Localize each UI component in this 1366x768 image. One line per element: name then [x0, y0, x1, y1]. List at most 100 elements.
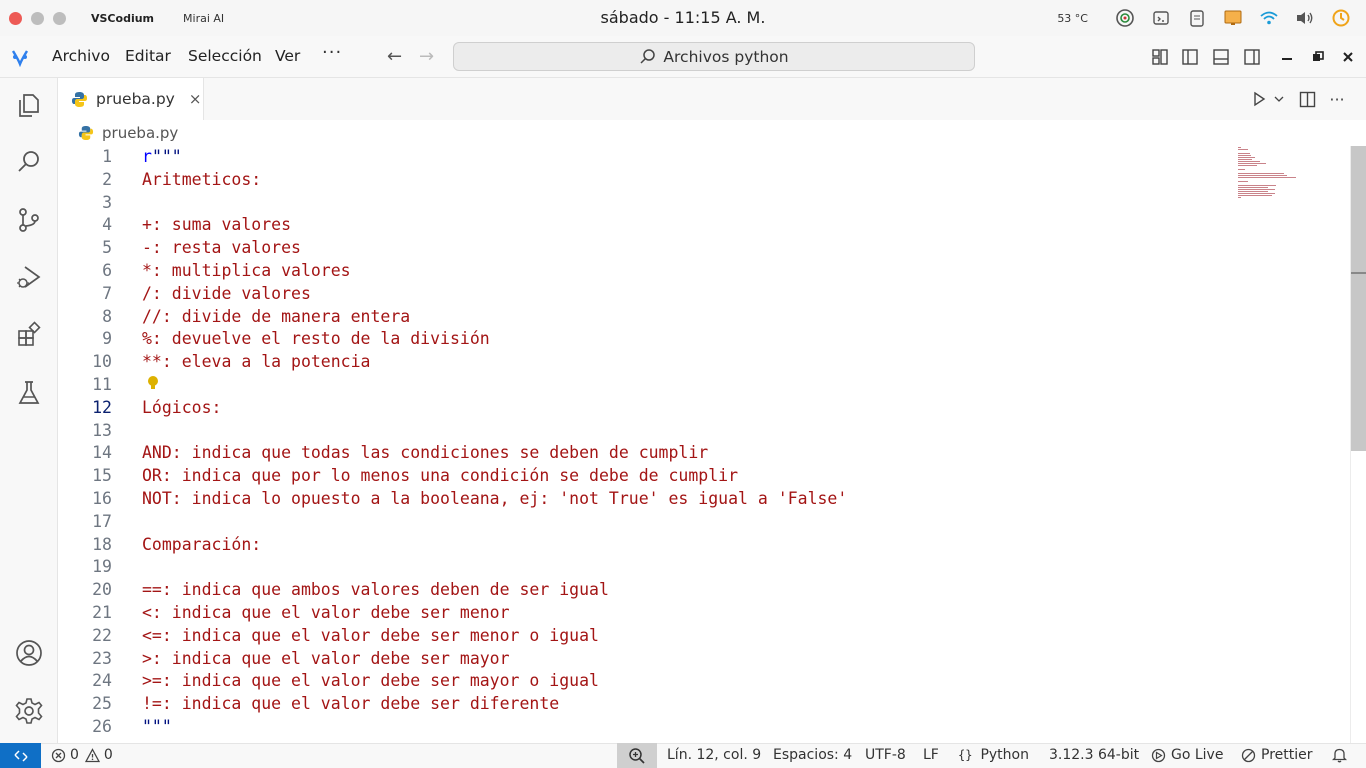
testing-flask-icon[interactable] — [12, 376, 46, 410]
temperature-readout[interactable]: 53 °C — [1057, 12, 1088, 25]
code-line[interactable]: 23 >: indica que el valor debe ser mayor — [58, 648, 1350, 671]
close-icon[interactable] — [1338, 47, 1358, 67]
encoding-setting[interactable]: UTF-8 — [865, 747, 906, 763]
code-line[interactable]: 1 r""" — [58, 146, 1350, 169]
python-interpreter[interactable]: 3.12.3 64-bit — [1049, 747, 1139, 763]
notifications-bell-icon[interactable] — [1332, 747, 1347, 763]
menu-more-button[interactable]: ··· — [322, 42, 342, 63]
code-line[interactable]: 9 %: devuelve el resto de la división — [58, 328, 1350, 351]
code-line[interactable]: 8 //: divide de manera entera — [58, 306, 1350, 329]
ai-assistant-icon[interactable] — [1150, 7, 1172, 29]
code-text[interactable]: /: divide valores — [142, 283, 311, 306]
os-app-name[interactable]: VSCodium — [91, 12, 154, 25]
code-line[interactable]: 19 — [58, 556, 1350, 579]
tab-close-icon[interactable]: × — [189, 90, 202, 108]
code-line[interactable]: 5 -: resta valores — [58, 237, 1350, 260]
close-window-button[interactable] — [9, 11, 22, 25]
code-text[interactable]: >=: indica que el valor debe ser mayor o… — [142, 670, 599, 693]
wifi-icon[interactable] — [1258, 7, 1280, 29]
language-mode[interactable]: {} Python — [958, 747, 1029, 763]
menu-editar[interactable]: Editar — [125, 47, 171, 65]
code-text[interactable]: *: multiplica valores — [142, 260, 351, 283]
os-window-title[interactable]: Mirai AI — [183, 12, 224, 25]
code-line[interactable]: 16 NOT: indica lo opuesto a la booleana, … — [58, 488, 1350, 511]
volume-icon[interactable] — [1294, 7, 1316, 29]
toggle-secondary-sidebar-icon[interactable] — [1242, 47, 1262, 67]
code-line[interactable]: 21 <: indica que el valor debe ser menor — [58, 602, 1350, 625]
restore-icon[interactable] — [1308, 47, 1328, 67]
code-text[interactable]: <=: indica que el valor debe ser menor o… — [142, 625, 599, 648]
code-line[interactable]: 17 — [58, 511, 1350, 534]
code-text[interactable]: """ — [142, 716, 172, 739]
code-line[interactable]: 3 — [58, 192, 1350, 215]
more-actions-icon[interactable]: ··· — [1326, 88, 1348, 110]
run-python-file-icon[interactable] — [1248, 88, 1270, 110]
search-icon[interactable] — [12, 145, 46, 179]
code-text[interactable]: !=: indica que el valor debe ser diferen… — [142, 693, 559, 716]
breadcrumb-file[interactable]: prueba.py — [102, 124, 178, 142]
clipboard-icon[interactable] — [1186, 7, 1208, 29]
code-line[interactable]: 15 OR: indica que por lo menos una condic… — [58, 465, 1350, 488]
code-text[interactable]: Lógicos: — [142, 397, 221, 420]
eol-setting[interactable]: LF — [923, 747, 939, 763]
cursor-position[interactable]: Lín. 12, col. 9 — [667, 747, 761, 763]
code-text[interactable]: r""" — [142, 146, 182, 169]
menu-ver[interactable]: Ver — [275, 47, 300, 65]
code-line[interactable]: 18 Comparación: — [58, 534, 1350, 557]
code-text[interactable]: Aritmeticos: — [142, 169, 261, 192]
screen-display-icon[interactable] — [1222, 7, 1244, 29]
remote-indicator-icon[interactable] — [0, 743, 41, 768]
forward-arrow-icon[interactable]: → — [419, 46, 434, 67]
maximize-window-button[interactable] — [53, 11, 66, 25]
toggle-primary-sidebar-icon[interactable] — [1180, 47, 1200, 67]
problems-indicator[interactable]: 0 0 — [51, 747, 113, 763]
explorer-icon[interactable] — [12, 88, 46, 122]
back-arrow-icon[interactable]: ← — [387, 46, 402, 67]
system-monitor-icon[interactable] — [1114, 7, 1136, 29]
code-text[interactable]: %: devuelve el resto de la división — [142, 328, 490, 351]
code-line[interactable]: 20 ==: indica que ambos valores deben de … — [58, 579, 1350, 602]
indentation-setting[interactable]: Espacios: 4 — [773, 747, 852, 763]
code-line[interactable]: 11 — [58, 374, 1350, 397]
code-text[interactable]: AND: indica que todas las condiciones se… — [142, 442, 708, 465]
minimize-icon[interactable] — [1277, 47, 1297, 67]
accounts-icon[interactable] — [12, 636, 46, 670]
split-editor-icon[interactable] — [1296, 88, 1318, 110]
minimap[interactable] — [1236, 146, 1316, 206]
customize-layout-icon[interactable] — [1150, 47, 1170, 67]
code-text[interactable]: OR: indica que por lo menos una condició… — [142, 465, 738, 488]
extensions-icon[interactable] — [12, 318, 46, 352]
code-line[interactable]: 7 /: divide valores — [58, 283, 1350, 306]
code-line[interactable]: 4 +: suma valores — [58, 214, 1350, 237]
code-line[interactable]: 22 <=: indica que el valor debe ser menor… — [58, 625, 1350, 648]
minimize-window-button[interactable] — [31, 11, 44, 25]
code-line[interactable]: 26 """ — [58, 716, 1350, 739]
code-line[interactable]: 25 !=: indica que el valor debe ser difer… — [58, 693, 1350, 716]
code-text[interactable]: **: eleva a la potencia — [142, 351, 370, 374]
code-text[interactable]: <: indica que el valor debe ser menor — [142, 602, 510, 625]
command-center-search[interactable]: Archivos python — [453, 42, 975, 71]
code-text[interactable]: //: divide de manera entera — [142, 306, 410, 329]
menu-seleccion[interactable]: Selección — [188, 47, 262, 65]
prettier-button[interactable]: Prettier — [1241, 747, 1313, 763]
code-text[interactable]: Comparación: — [142, 534, 261, 557]
code-editor[interactable]: 1 r""" 2 Aritmeticos: 3 4 +: suma valores 5 -: r… — [58, 146, 1350, 743]
menu-archivo[interactable]: Archivo — [52, 47, 110, 65]
code-line[interactable]: 2 Aritmeticos: — [58, 169, 1350, 192]
tab-prueba-py[interactable]: prueba.py × — [58, 78, 204, 120]
code-line[interactable]: 14 AND: indica que todas las condiciones … — [58, 442, 1350, 465]
run-options-chevron-down-icon[interactable] — [1268, 88, 1290, 110]
updates-icon[interactable] — [1330, 7, 1352, 29]
code-text[interactable]: +: suma valores — [142, 214, 291, 237]
code-text[interactable]: -: resta valores — [142, 237, 301, 260]
go-live-button[interactable]: Go Live — [1151, 747, 1223, 763]
lightbulb-icon[interactable] — [146, 375, 160, 395]
code-text[interactable]: NOT: indica lo opuesto a la booleana, ej… — [142, 488, 847, 511]
toggle-panel-icon[interactable] — [1211, 47, 1231, 67]
vertical-scrollbar-thumb[interactable] — [1351, 146, 1366, 451]
code-line[interactable]: 6 *: multiplica valores — [58, 260, 1350, 283]
code-text[interactable]: ==: indica que ambos valores deben de se… — [142, 579, 609, 602]
settings-gear-icon[interactable] — [12, 694, 46, 728]
code-line[interactable]: 10 **: eleva a la potencia — [58, 351, 1350, 374]
zoom-icon[interactable] — [617, 743, 657, 768]
